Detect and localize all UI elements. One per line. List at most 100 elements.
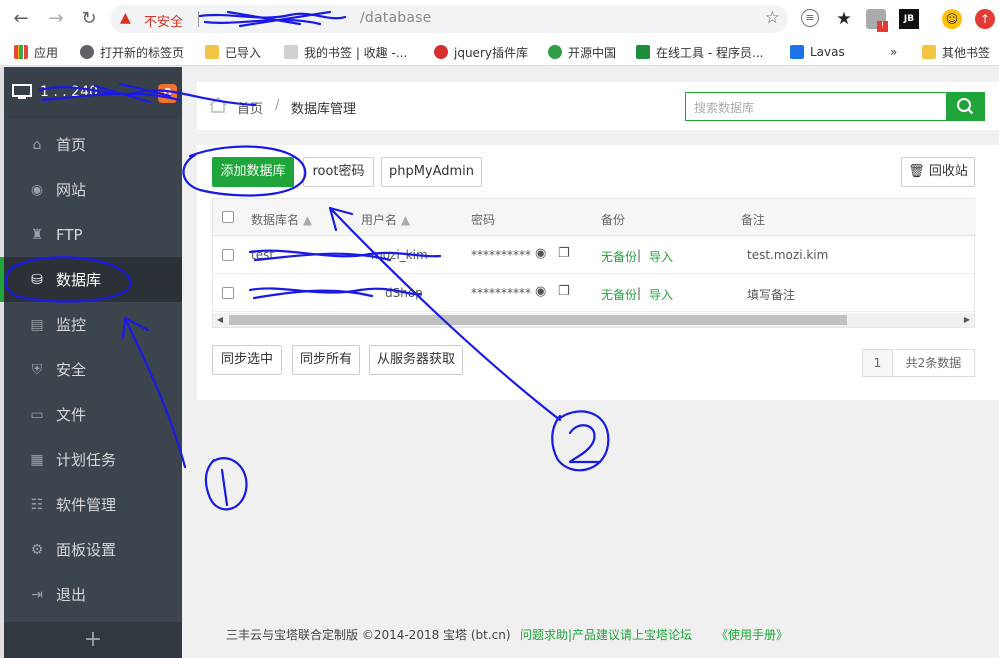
footer-manual-link[interactable]: 《使用手册》: [716, 626, 788, 643]
root-password-button[interactable]: root密码: [303, 157, 374, 187]
server-header: 1 . . 240 0: [4, 67, 182, 119]
bookmark-new-tab[interactable]: 打开新的标签页: [80, 43, 184, 61]
page-number[interactable]: 1: [862, 349, 893, 377]
sidebar-item-cron[interactable]: ▦ 计划任务: [4, 437, 182, 482]
bookmark-label: 打开新的标签页: [100, 45, 185, 60]
sidebar-item-label: 监控: [56, 316, 87, 334]
sidebar-item-database[interactable]: ⛁ 数据库: [0, 257, 182, 302]
header-label: 用户名: [361, 213, 398, 227]
jetbrains-icon[interactable]: JB: [899, 9, 919, 29]
bookmark-online-tools[interactable]: 在线工具 - 程序员...: [636, 43, 763, 61]
gear-icon: ⚙: [30, 541, 44, 558]
sidebar-item-website[interactable]: ◉ 网站: [4, 167, 182, 212]
sidebar-item-label: 数据库: [56, 271, 102, 289]
reload-icon[interactable]: ↻: [78, 8, 100, 30]
sidebar-item-settings[interactable]: ⚙ 面板设置: [4, 527, 182, 572]
sync-all-button[interactable]: 同步所有: [292, 345, 360, 375]
scroll-right-arrow-icon[interactable]: ▶: [960, 313, 974, 327]
folder-icon: [922, 45, 936, 59]
horizontal-scrollbar[interactable]: ◀ ▶: [213, 313, 974, 327]
add-database-button[interactable]: 添加数据库: [212, 157, 294, 187]
bookmark-imported[interactable]: 已导入: [205, 43, 261, 61]
bookmark-lavas[interactable]: Lavas: [790, 43, 845, 61]
username-cell: dShop: [385, 286, 423, 300]
monitor-icon: [12, 84, 32, 99]
sidebar-item-ftp[interactable]: ♜ FTP: [4, 212, 182, 257]
star-extension-icon[interactable]: ★: [834, 9, 854, 29]
extension-mask-icon[interactable]: ≡: [801, 9, 819, 27]
sidebar-item-label: 首页: [56, 136, 87, 154]
sidebar-item-software[interactable]: ☷ 软件管理: [4, 482, 182, 527]
address-bar[interactable]: ▲ 不安全 /database ☆: [110, 5, 788, 33]
show-password-eye-icon[interactable]: ◉: [535, 284, 546, 299]
ftp-icon: ♜: [30, 226, 44, 243]
sidebar-item-home[interactable]: ⌂ 首页: [4, 122, 182, 167]
link-separator: |: [637, 248, 642, 262]
bookmark-label: 应用: [34, 45, 59, 60]
select-all-checkbox[interactable]: [222, 211, 234, 223]
row-checkbox[interactable]: [222, 249, 234, 261]
bookmark-label: jquery插件库: [454, 45, 528, 60]
calendar-icon: ▦: [30, 451, 44, 468]
footer: 三丰云与宝塔联合定制版 ©2014-2018 宝塔 (bt.cn) 问题求助|产…: [182, 610, 999, 658]
sidebar-item-monitor[interactable]: ▤ 监控: [4, 302, 182, 347]
phpmyadmin-button[interactable]: phpMyAdmin: [381, 157, 482, 187]
bookmarks-bar: 应用 打开新的标签页 已导入 我的书签 | 收趣 -... jquery插件库 …: [0, 38, 999, 66]
bookmark-other[interactable]: 其他书签: [922, 43, 990, 61]
sync-selected-button[interactable]: 同步选中: [212, 345, 282, 375]
backup-link[interactable]: 无备份: [601, 248, 637, 265]
alert-badge-icon: !: [877, 21, 888, 32]
header-password: 密码: [471, 213, 496, 227]
import-link[interactable]: 导入: [649, 248, 673, 265]
recycle-bin-label: 回收站: [928, 164, 968, 179]
import-link[interactable]: 导入: [649, 286, 673, 303]
bookmark-my-bookmarks[interactable]: 我的书签 | 收趣 -...: [284, 43, 407, 61]
scroll-thumb[interactable]: [229, 315, 847, 325]
recycle-bin-button[interactable]: 🗑 回收站: [901, 157, 975, 187]
sidebar-item-label: 面板设置: [56, 541, 117, 559]
header-backup: 备份: [601, 213, 626, 227]
forward-arrow-icon[interactable]: →: [45, 8, 67, 30]
footer-copyright: 三丰云与宝塔联合定制版 ©2014-2018 宝塔 (bt.cn): [226, 628, 511, 642]
copy-icon[interactable]: ❐: [558, 284, 570, 299]
tools-site-icon: [636, 45, 650, 59]
sidebar-item-label: FTP: [56, 225, 83, 244]
sidebar-item-security[interactable]: ⛨ 安全: [4, 347, 182, 392]
breadcrumb-home[interactable]: 首页: [237, 98, 263, 117]
bookmark-apps[interactable]: 应用: [14, 43, 58, 61]
search-button[interactable]: [946, 92, 985, 121]
home-icon[interactable]: [209, 97, 227, 113]
emoji-extension-icon[interactable]: ☺: [942, 9, 962, 29]
fetch-from-server-button[interactable]: 从服务器获取: [369, 345, 463, 375]
sidebar-item-files[interactable]: ▭ 文件: [4, 392, 182, 437]
logout-icon: ⇥: [31, 586, 43, 603]
db-name-cell[interactable]: test: [251, 248, 274, 262]
update-arrow-icon[interactable]: ↑: [975, 9, 995, 29]
note-cell[interactable]: 填写备注: [747, 286, 795, 303]
sidebar-item-logout[interactable]: ⇥ 退出: [4, 572, 182, 617]
bookmark-jquery[interactable]: jquery插件库: [434, 43, 528, 61]
header-db-name[interactable]: 数据库名 ▲: [251, 211, 312, 228]
search-input[interactable]: 搜索数据库: [685, 92, 947, 121]
folder-icon: ▭: [30, 406, 44, 423]
show-password-eye-icon[interactable]: ◉: [535, 246, 546, 261]
bookmarks-overflow-chevron[interactable]: »: [890, 43, 897, 61]
note-cell[interactable]: test.mozi.kim: [747, 248, 828, 262]
header-username[interactable]: 用户名 ▲: [361, 211, 410, 228]
backup-link[interactable]: 无备份: [601, 286, 637, 303]
bookmark-star-icon[interactable]: ☆: [765, 8, 780, 28]
insecure-label: 不安全: [144, 15, 184, 30]
warning-triangle-icon: ▲: [120, 10, 131, 26]
back-arrow-icon[interactable]: ←: [10, 8, 32, 30]
bookmark-oschina[interactable]: 开源中国: [548, 43, 616, 61]
scroll-left-arrow-icon[interactable]: ◀: [213, 313, 227, 327]
footer-help-link[interactable]: 问题求助|产品建议请上宝塔论坛: [520, 626, 692, 643]
bookmark-label: 其他书签: [942, 45, 991, 60]
lavas-icon: [790, 45, 804, 59]
apps-icon: ☷: [30, 496, 44, 513]
sidebar-add-button[interactable]: +: [4, 622, 182, 658]
copy-icon[interactable]: ❐: [558, 246, 570, 261]
notification-badge[interactable]: 0: [158, 84, 177, 103]
page-icon: [284, 45, 298, 59]
row-checkbox[interactable]: [222, 287, 234, 299]
